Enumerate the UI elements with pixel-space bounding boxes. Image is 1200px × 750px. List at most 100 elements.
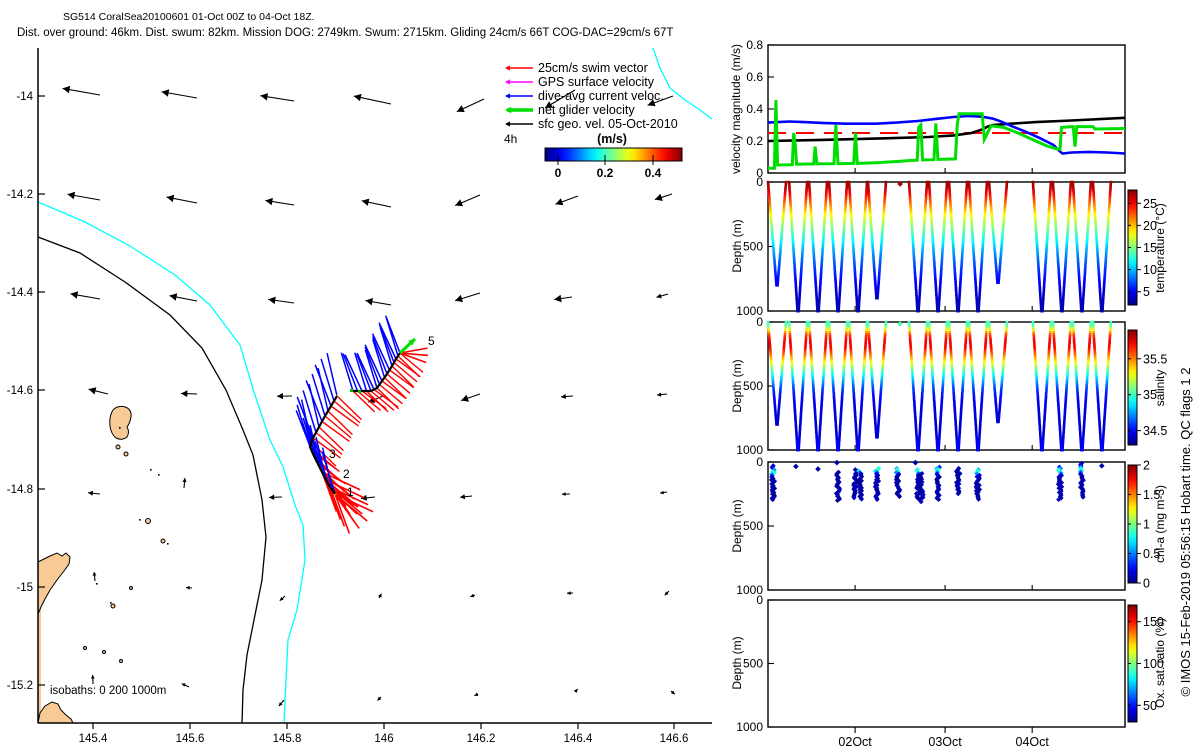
salinity-panel-sample — [797, 448, 800, 452]
chl-panel-ytick-label: 500 — [743, 519, 763, 533]
temperature-panel-sample — [1041, 309, 1044, 313]
legend-colorbar — [544, 147, 683, 162]
isobaths-note: isobaths: 0 200 1000m — [50, 685, 166, 697]
oxygen-panel-ytick-label: 500 — [743, 657, 763, 671]
land-islet — [115, 444, 121, 450]
temperature-panel-sample — [857, 309, 860, 313]
velocity-ytick-label: 0.2 — [746, 134, 763, 148]
rock-speck — [158, 474, 160, 476]
rock-speck — [167, 543, 169, 545]
map-x-tick-label: 146.6 — [660, 733, 689, 745]
map-y-tick-label: -14.2 — [7, 189, 33, 201]
velocity-ylabel: velocity magnitude (m/s) — [729, 44, 743, 174]
salinity-panel-sample — [917, 448, 920, 452]
oxygen-ylabel: Depth (m) — [730, 636, 744, 689]
temperature-panel-sample — [876, 296, 879, 300]
oxygen-panel-ytick-label: 0 — [756, 593, 763, 607]
temperature-panel-colorbar-tick-label: 5 — [1143, 285, 1150, 299]
land-islet — [110, 603, 116, 609]
velocity-ytick-label: 0.8 — [746, 38, 763, 52]
map-x-tick-label: 146.4 — [564, 733, 593, 745]
net-velocity-mark — [358, 390, 361, 393]
rock-speck — [119, 427, 121, 429]
map-x-tick-label: 146.2 — [467, 733, 496, 745]
temperature-panel-sample — [1061, 309, 1064, 313]
temperature-panel-sample — [797, 309, 800, 313]
map-x-tick-label: 145.4 — [79, 733, 108, 745]
legend-colorbar-title: (m/s) — [597, 132, 627, 146]
salinity-ylabel: Depth (m) — [730, 359, 744, 412]
salinity-panel-colorbar-tick-label: 35.5 — [1143, 352, 1167, 366]
map-x-tick-label: 146 — [374, 733, 393, 745]
map-y-tick-label: -14.8 — [7, 484, 33, 496]
temperature-panel-sample — [1081, 309, 1084, 313]
salinity-panel-sample — [1061, 448, 1064, 452]
land-islet — [160, 538, 166, 544]
land-islet — [83, 646, 87, 650]
legend-duration-label: 4h — [504, 132, 517, 146]
salinity-panel-ytick-label: 0 — [756, 315, 763, 329]
chl-colorbar-label: chl-a (mg m-3) — [1153, 485, 1167, 563]
legend-item-label: GPS surface velocity — [538, 75, 655, 89]
velocity-ytick-label: 0.6 — [746, 70, 763, 84]
net-velocity-mark — [350, 389, 353, 392]
legend-item-label: net glider velocity — [538, 103, 635, 117]
figure-subtitle: Dist. over ground: 46km. Dist. swum: 82k… — [17, 27, 673, 39]
salinity-panel-sample — [817, 448, 820, 452]
seaglider-figure: { "title": { "line1": "SG514 CoralSea201… — [0, 0, 1200, 750]
map-y-tick-label: -14.6 — [7, 385, 33, 397]
temperature-panel-sample — [776, 284, 779, 287]
salinity-panel-sample — [837, 448, 840, 452]
land-islet — [102, 650, 106, 654]
dive-number-label: 1 — [347, 485, 354, 499]
rock-speck — [96, 583, 98, 585]
rock-speck — [110, 602, 112, 604]
salinity-panel-colorbar-tick-label: 34.5 — [1143, 424, 1167, 438]
temperature-panel-sample — [997, 281, 1000, 284]
chl-panel-ytick-label: 0 — [756, 455, 763, 469]
land-island — [109, 405, 132, 440]
land-islet — [119, 659, 123, 663]
salinity-panel-sample — [776, 423, 779, 426]
legend-item-label: dive-avg current veloc. — [538, 89, 664, 103]
salinity-panel-ytick-label: 500 — [743, 379, 763, 393]
salinity-panel-sample — [957, 448, 960, 452]
salinity-colorbar-label: salinity — [1153, 370, 1167, 407]
attribution-vertical-text: © IMOS 15-Feb-2019 05:56:15 Hobart time.… — [1178, 368, 1193, 697]
legend-item-label: 25cm/s swim vector — [538, 61, 648, 75]
temperature-panel-sample — [1101, 309, 1104, 313]
legend-colorbar-tick-label: 0.4 — [645, 166, 662, 180]
chl-panel-colorbar-tick-label: 2 — [1143, 459, 1150, 473]
temperature-panel-sample — [817, 309, 820, 313]
date-xtick-label: 04Oct — [1016, 735, 1050, 749]
salinity-panel-sample — [1101, 448, 1104, 452]
dive-number-label: 3 — [329, 447, 336, 461]
temperature-panel-ytick-label: 0 — [756, 175, 763, 189]
temperature-ylabel: Depth (m) — [730, 219, 744, 272]
dive-number-label: 2 — [343, 467, 350, 481]
legend-colorbar-tick-label: 0 — [555, 166, 562, 180]
oxygen-panel-ytick-label: 1000 — [736, 720, 763, 734]
salinity-panel-sample — [997, 420, 1000, 424]
temperature-colorbar-label: temperature (°C) — [1153, 203, 1167, 293]
chl-ylabel: Depth (m) — [730, 499, 744, 552]
salinity-panel-sample — [1081, 448, 1084, 452]
salinity-panel-sample — [857, 448, 860, 452]
map-y-tick-label: -14 — [16, 91, 33, 103]
temperature-panel-sample — [957, 309, 960, 313]
chl-panel-colorbar-tick-label: 0 — [1143, 577, 1150, 591]
map-x-tick-label: 145.6 — [176, 733, 205, 745]
land-islet — [129, 586, 133, 590]
velocity-ytick-label: 0.4 — [746, 102, 763, 116]
chl-panel-colorbar-tick-label: 1 — [1143, 518, 1150, 532]
temperature-panel-sample — [937, 309, 940, 313]
map-y-tick-label: -15 — [16, 582, 33, 594]
temperature-panel-ytick-label: 500 — [743, 240, 763, 254]
legend-colorbar-tick-label: 0.2 — [597, 166, 614, 180]
figure-title: SG514 CoralSea20100601 01-Oct 00Z to 04-… — [63, 11, 315, 23]
dive-number-label: 5 — [428, 334, 435, 348]
land-islet — [145, 518, 151, 524]
salinity-panel-sample — [1041, 448, 1044, 452]
temperature-panel-sample — [917, 309, 920, 313]
map-x-tick-label: 145.8 — [273, 733, 302, 745]
